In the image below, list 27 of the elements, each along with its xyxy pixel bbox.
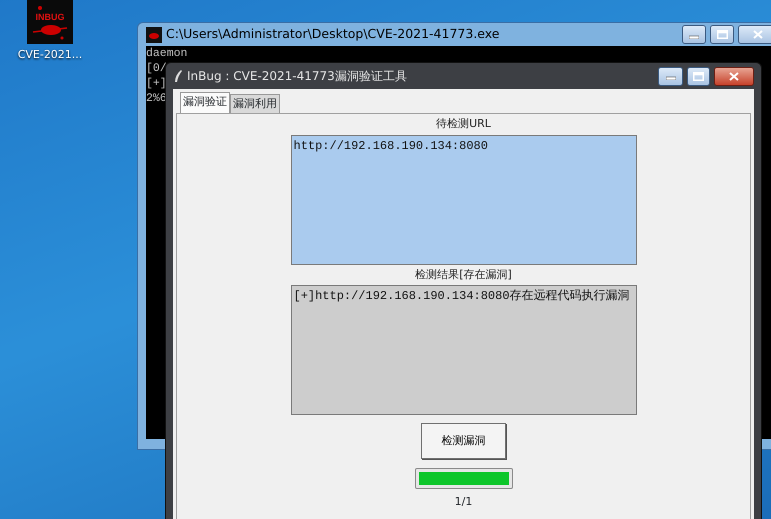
field-label: 待检测URL (436, 116, 491, 132)
maximize-button[interactable] (687, 66, 710, 86)
minimize-button[interactable] (658, 66, 683, 86)
maximize-icon (693, 72, 704, 80)
window-title: C:\Users\Administrator\Desktop\CVE-2021-41773.exe (166, 25, 500, 44)
field-label: 检测结果[存在漏洞] (415, 266, 512, 282)
minimize-button[interactable] (682, 25, 706, 44)
close-icon (753, 30, 763, 39)
console-line: [0/ (146, 61, 167, 76)
tab[interactable]: 漏洞验证 (180, 92, 230, 113)
detect-button[interactable]: 检测漏洞 (421, 423, 506, 459)
console-line: daemon (146, 46, 188, 61)
close-button[interactable] (714, 66, 754, 86)
app-logo-icon[interactable]: INBUG (27, 0, 73, 44)
maximize-button[interactable] (710, 25, 734, 44)
maximize-icon (716, 30, 728, 39)
tab[interactable]: 漏洞利用 (230, 94, 280, 113)
app-logo-icon (146, 26, 162, 42)
result-output-field[interactable]: [+]http://192.168.190.134:8080存在远程代码执行漏洞 (290, 285, 636, 415)
close-button[interactable] (738, 25, 771, 44)
url-input-field[interactable]: http://192.168.190.134:8080 (290, 134, 636, 264)
window-title: InBug : CVE-2021-41773漏洞验证工具 (187, 68, 407, 85)
feather-icon (173, 69, 183, 83)
desktop-icon-label[interactable]: CVE-2021... (10, 47, 90, 64)
close-icon (729, 72, 739, 80)
console-line: [+] (146, 76, 167, 91)
progress-count: 1/1 (454, 495, 472, 508)
